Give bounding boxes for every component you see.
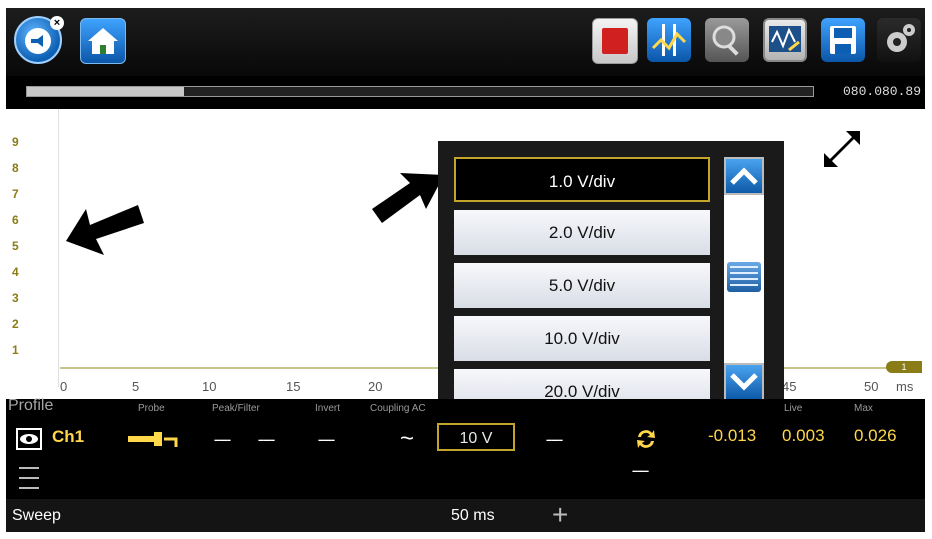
header-profile: Profile bbox=[8, 397, 54, 414]
x-tick-label: 50 bbox=[864, 379, 879, 394]
header-live: Live bbox=[784, 403, 803, 414]
sweep-progress-fill bbox=[27, 87, 185, 96]
dropdown-option-selected[interactable]: 1.0 V/div bbox=[454, 157, 710, 202]
x-tick-label: 0 bbox=[60, 379, 68, 394]
save-icon bbox=[830, 26, 856, 54]
home-button[interactable] bbox=[80, 18, 126, 64]
x-unit-label: ms bbox=[896, 379, 914, 394]
invert-value[interactable]: ------ bbox=[318, 434, 335, 446]
close-x-icon[interactable]: × bbox=[50, 16, 64, 30]
x-tick-label: 20 bbox=[368, 379, 383, 394]
channel-1-label[interactable]: Ch1 bbox=[52, 427, 84, 447]
header-peak-filter: Peak/Filter bbox=[212, 403, 260, 414]
dropdown-scrollbar[interactable] bbox=[724, 157, 764, 401]
back-button[interactable]: × bbox=[14, 16, 64, 64]
x-tick-label: 45 bbox=[782, 379, 797, 394]
y-tick-label: 1 bbox=[12, 343, 19, 357]
zoom-button[interactable] bbox=[705, 18, 749, 62]
sweep-row: Sweep 50 ms + bbox=[6, 499, 925, 532]
y-tick-label: 3 bbox=[12, 291, 19, 305]
header-invert: Invert bbox=[315, 403, 341, 414]
eye-visibility-icon[interactable] bbox=[16, 428, 42, 450]
live-value: 0.003 bbox=[782, 426, 825, 445]
trigger-value: ------ bbox=[632, 465, 649, 477]
refresh-icon[interactable] bbox=[634, 427, 658, 451]
channel-panel: Profile Probe Peak/Filter Invert Couplin… bbox=[6, 397, 925, 532]
channel-1-marker[interactable]: 1 bbox=[886, 361, 922, 373]
sweep-value[interactable]: 50 ms bbox=[451, 507, 495, 525]
chevron-up-icon bbox=[730, 167, 758, 185]
scroll-down-button[interactable] bbox=[724, 363, 764, 401]
callout-arrow-icon bbox=[372, 173, 444, 223]
x-tick-label: 10 bbox=[202, 379, 217, 394]
filter-value[interactable]: ------ bbox=[258, 434, 275, 446]
y-tick-label: 7 bbox=[12, 187, 19, 201]
stop-button[interactable] bbox=[592, 18, 638, 64]
offset-value[interactable]: ------ bbox=[546, 434, 563, 446]
cursor-button[interactable] bbox=[647, 18, 691, 62]
header-coupling: Coupling AC bbox=[370, 403, 426, 414]
stop-icon bbox=[602, 28, 628, 54]
cursor-icon bbox=[651, 24, 687, 56]
header-max: Max bbox=[854, 403, 873, 414]
back-arrow-icon bbox=[25, 28, 51, 54]
dropdown-option[interactable]: 10.0 V/div bbox=[454, 316, 710, 361]
x-tick-label: 15 bbox=[286, 379, 301, 394]
y-tick-label: 9 bbox=[12, 135, 19, 149]
scope-screen: × 080.080.89 9 8 7 6 5 4 3 2 1 1 0 5 10 … bbox=[6, 8, 925, 532]
dropdown-option[interactable]: 2.0 V/div bbox=[454, 210, 710, 255]
header-probe: Probe bbox=[138, 403, 165, 414]
gear-icon bbox=[887, 24, 915, 52]
x-tick-label: 5 bbox=[132, 379, 140, 394]
zoom-icon bbox=[712, 25, 739, 56]
coupling-ac-icon[interactable]: ~ bbox=[400, 425, 414, 453]
sweep-plus-button[interactable]: + bbox=[552, 499, 568, 531]
dropdown-option[interactable]: 5.0 V/div bbox=[454, 263, 710, 308]
y-tick-label: 2 bbox=[12, 317, 19, 331]
expand-icon[interactable] bbox=[818, 125, 866, 173]
chevron-down-icon bbox=[730, 373, 758, 391]
volts-scale-selector[interactable]: 10 V bbox=[437, 423, 515, 451]
y-tick-label: 5 bbox=[12, 239, 19, 253]
min-value: -0.013 bbox=[708, 426, 757, 445]
save-button[interactable] bbox=[821, 18, 865, 62]
scroll-thumb[interactable] bbox=[727, 262, 761, 292]
sweep-label: Sweep bbox=[12, 507, 61, 524]
sweep-progress-strip: 080.080.89 bbox=[6, 76, 925, 109]
y-tick-label: 8 bbox=[12, 161, 19, 175]
top-toolbar: × bbox=[6, 8, 925, 76]
settings-button[interactable] bbox=[877, 18, 921, 62]
max-value: 0.026 bbox=[854, 426, 897, 445]
sweep-progress-bar[interactable] bbox=[26, 86, 814, 97]
probe-icon[interactable] bbox=[126, 427, 182, 451]
scroll-up-button[interactable] bbox=[724, 157, 764, 195]
y-tick-label: 4 bbox=[12, 265, 19, 279]
callout-arrow-icon bbox=[66, 205, 144, 255]
trace-settings-button[interactable] bbox=[763, 18, 807, 62]
volts-per-div-dropdown: 1.0 V/div 2.0 V/div 5.0 V/div 10.0 V/div… bbox=[438, 141, 784, 419]
channel-2-disabled-icon[interactable] bbox=[18, 465, 40, 491]
y-axis-line bbox=[58, 109, 59, 387]
sample-counter: 080.080.89 bbox=[842, 84, 921, 99]
y-tick-label: 6 bbox=[12, 213, 19, 227]
home-icon bbox=[88, 28, 118, 54]
trace-icon bbox=[769, 26, 801, 52]
peak-value[interactable]: ------ bbox=[214, 434, 231, 446]
